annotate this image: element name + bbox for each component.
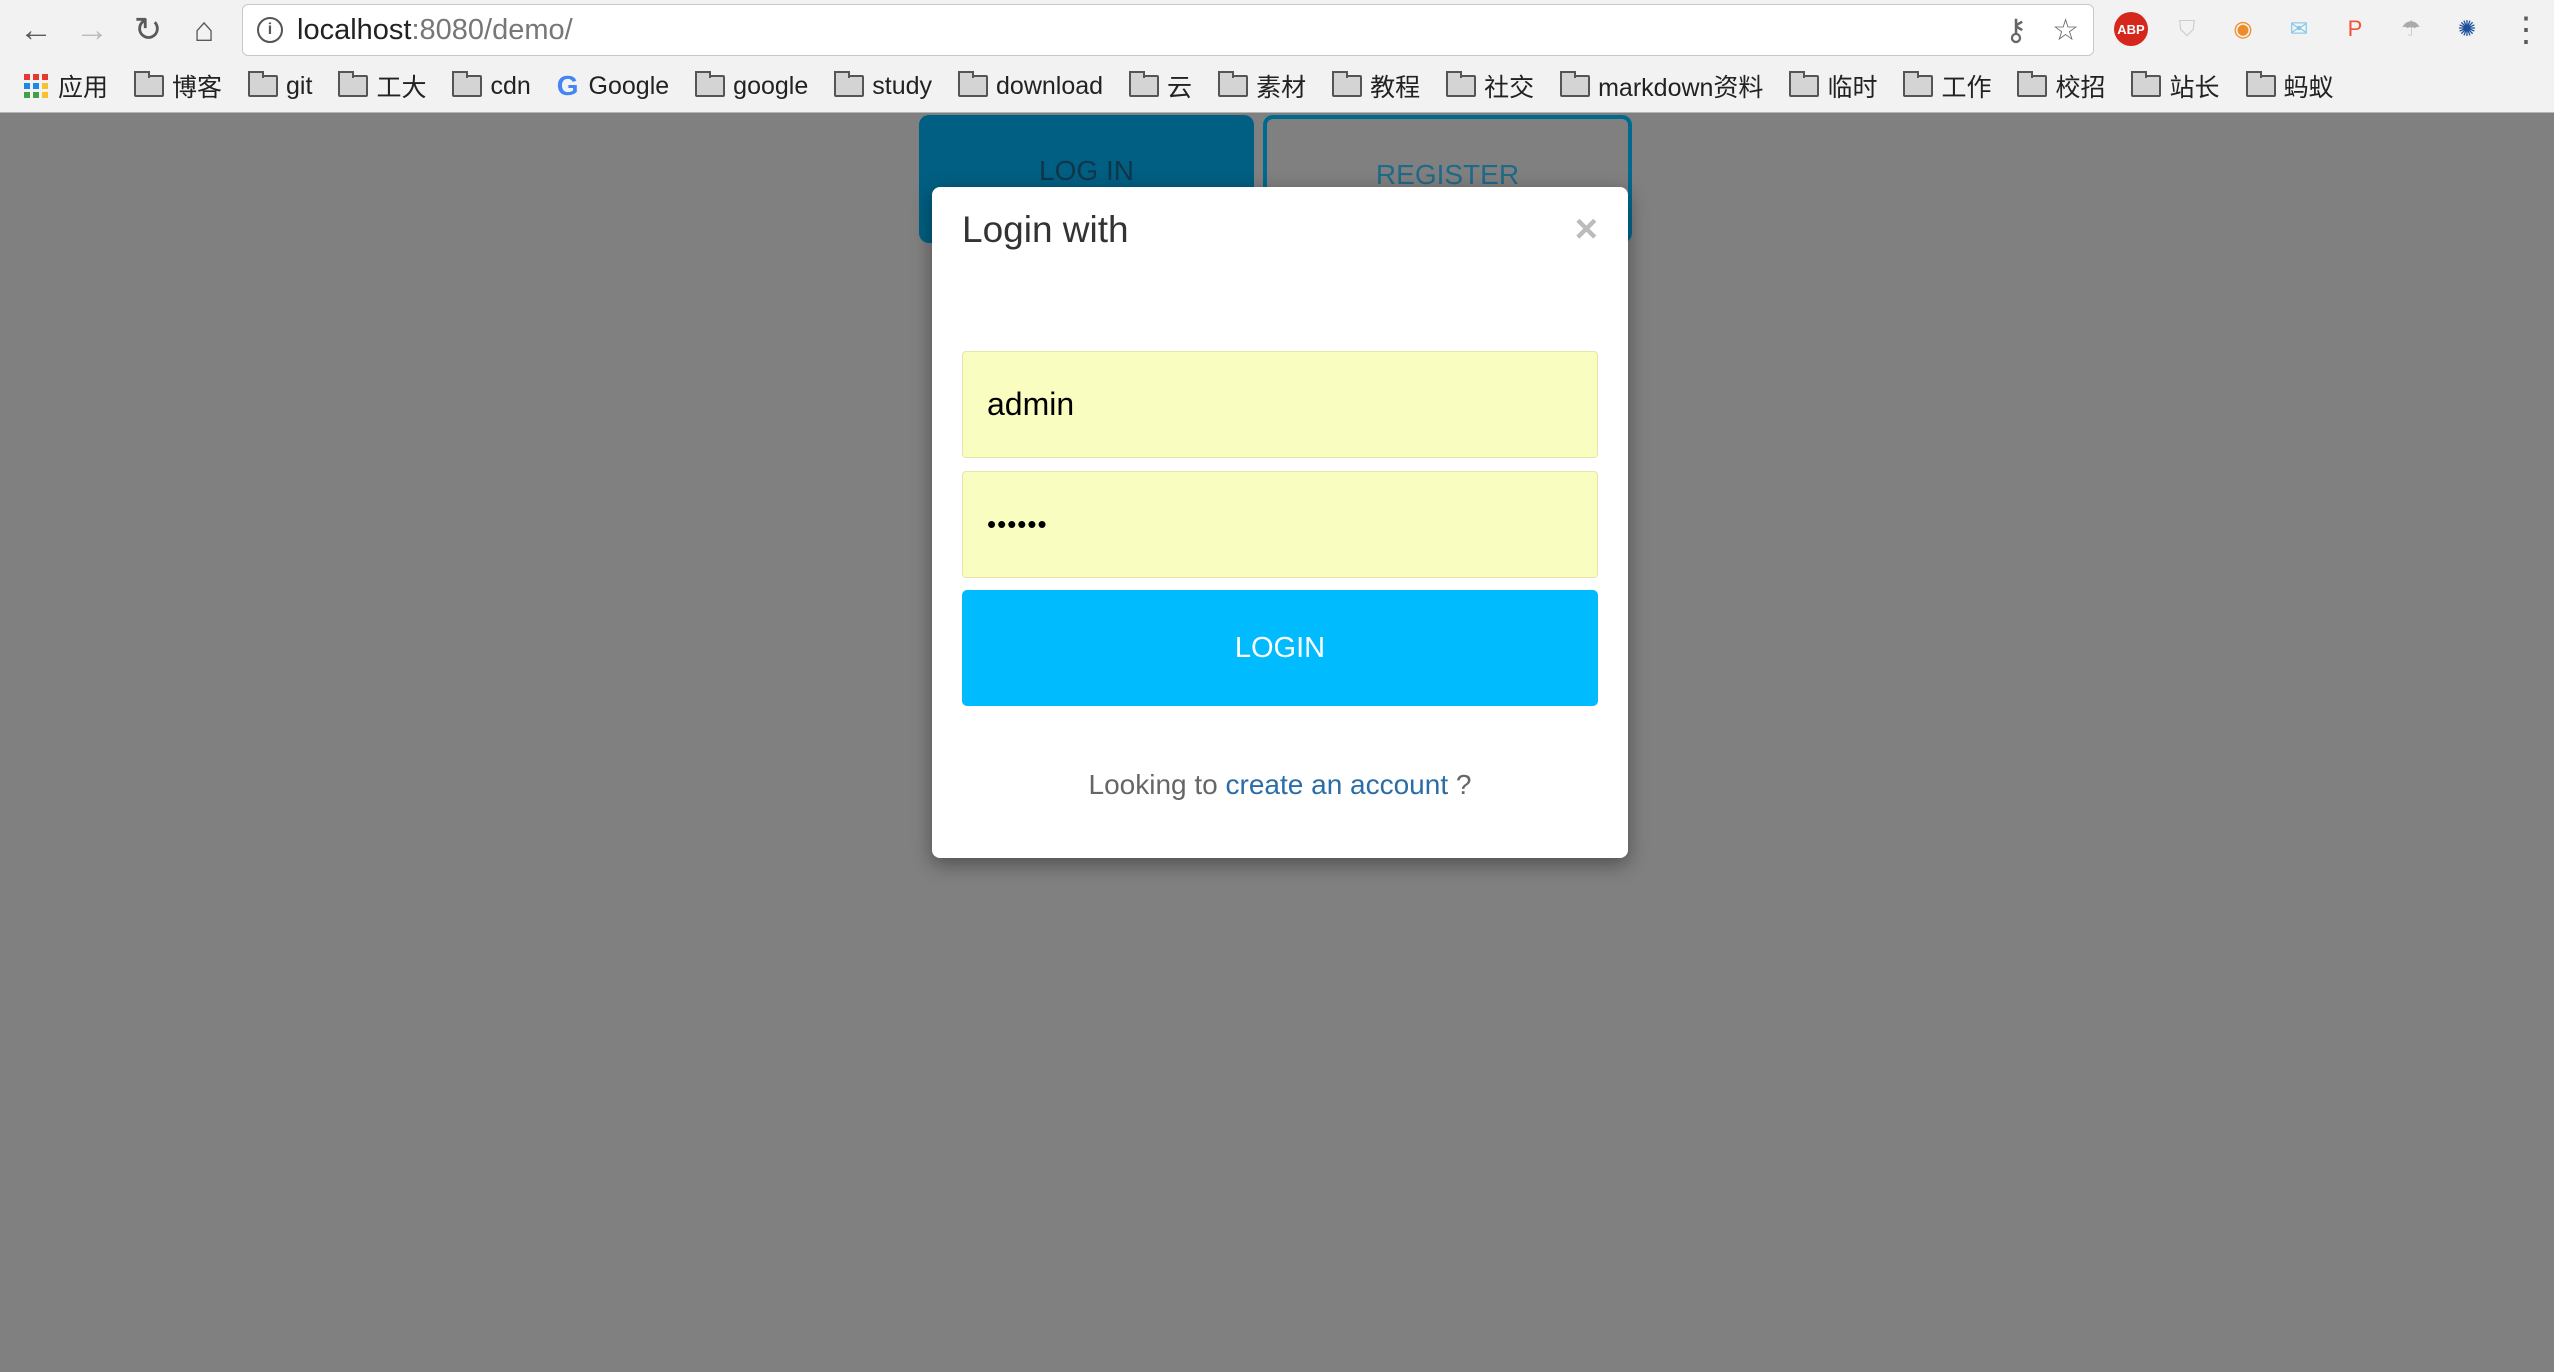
bookmark-label: 工作 [1941, 74, 1992, 102]
bookmark-item[interactable]: 社交 [1446, 68, 1534, 104]
browser-chrome: ← → ↻ ⌂ i localhost:8080/demo/ ⚷ ☆ ABP ⛉ ◉… [0, 0, 2554, 113]
apps-icon [24, 74, 48, 98]
modal-footer: Looking to create an account ? [932, 769, 1628, 801]
folder-icon [2131, 71, 2162, 97]
bookmark-label: 站长 [2169, 74, 2220, 102]
footer-text: Looking to [1088, 769, 1226, 800]
bookmark-item[interactable]: study [834, 71, 933, 101]
shield-icon[interactable]: ⛉ [2170, 12, 2204, 46]
bookmark-label: 社交 [1484, 74, 1535, 102]
folder-icon [695, 71, 726, 97]
url-host: localhost [297, 13, 412, 46]
folder-icon [1129, 71, 1160, 97]
reload-icon[interactable]: ↻ [128, 11, 168, 49]
username-input[interactable]: admin [962, 351, 1598, 458]
url-text[interactable]: localhost:8080/demo/ [297, 14, 573, 47]
parachute-icon[interactable]: ☂ [2394, 12, 2428, 46]
folder-icon [2017, 71, 2048, 97]
folder-icon [134, 71, 165, 97]
folder-icon [1218, 71, 1249, 97]
bookmark-label: 校招 [2055, 74, 2106, 102]
key-icon[interactable]: ⚷ [2005, 13, 2027, 48]
folder-icon [248, 71, 279, 97]
footer-suffix: ? [1448, 769, 1472, 800]
bookmark-label: git [286, 71, 313, 100]
folder-icon [338, 71, 369, 97]
bookmark-item[interactable]: 蚂蚁 [2245, 68, 2334, 104]
bookmark-label: 临时 [1827, 74, 1878, 102]
folder-icon [958, 71, 989, 97]
password-input[interactable]: •••••• [962, 471, 1598, 578]
bookmark-label: 云 [1167, 74, 1193, 102]
bookmarks-bar: 应用 博客 git 工大 cdn G Google google study download 云 素… [24, 66, 2360, 106]
folder-icon [452, 71, 483, 97]
bookmark-item[interactable]: download [958, 71, 1104, 101]
folder-icon [1560, 71, 1591, 97]
close-icon[interactable]: × [1575, 207, 1598, 252]
bookmark-item[interactable]: 云 [1129, 68, 1192, 104]
bookmark-item[interactable]: markdown资料 [1560, 68, 1763, 104]
folder-icon [1446, 71, 1477, 97]
login-modal: Login with × admin •••••• LOGIN Looking … [932, 187, 1628, 858]
home-icon[interactable]: ⌂ [184, 11, 224, 49]
login-button[interactable]: LOGIN [962, 590, 1598, 706]
bookmark-item[interactable]: 素材 [1218, 68, 1306, 104]
star-icon[interactable]: ☆ [2052, 13, 2079, 48]
bookmark-label: 博客 [172, 74, 223, 102]
p-icon[interactable]: P [2338, 12, 2372, 46]
bookmark-item[interactable]: G Google [557, 70, 669, 102]
bookmark-label: 素材 [1256, 74, 1307, 102]
modal-title: Login with [962, 209, 1129, 250]
address-bar[interactable]: i localhost:8080/demo/ ⚷ ☆ [242, 4, 2094, 56]
bookmark-item[interactable]: 工大 [338, 68, 426, 104]
folder-icon [1903, 71, 1934, 97]
forward-icon[interactable]: → [72, 11, 112, 49]
bookmark-item[interactable]: 教程 [1332, 68, 1420, 104]
bookmark-label: 工大 [376, 74, 427, 102]
bookmark-item[interactable]: google [695, 71, 809, 101]
mail-icon[interactable]: ✉ [2282, 12, 2316, 46]
bookmark-item[interactable]: 校招 [2017, 68, 2105, 104]
bookmark-label: Google [588, 71, 670, 100]
bookmark-label: 应用 [58, 74, 109, 102]
create-account-link[interactable]: create an account [1226, 769, 1449, 800]
weibo-icon[interactable]: ◉ [2226, 12, 2260, 46]
info-icon[interactable]: i [257, 17, 283, 43]
bookmark-item[interactable]: 工作 [1903, 68, 1991, 104]
bookmark-label: markdown资料 [1598, 74, 1764, 102]
bookmark-label: 教程 [1370, 74, 1421, 102]
back-icon[interactable]: ← [16, 11, 56, 49]
google-icon: G [556, 70, 579, 101]
bookmark-label: study [872, 71, 933, 100]
folder-icon [1332, 71, 1363, 97]
folder-icon [1789, 71, 1820, 97]
bookmark-item[interactable]: 应用 [24, 68, 108, 104]
bookmark-label: 蚂蚁 [2283, 74, 2334, 102]
bookmark-item[interactable]: cdn [452, 71, 531, 101]
bookmark-item[interactable]: git [248, 71, 313, 101]
folder-icon [834, 71, 865, 97]
bookmark-label: google [733, 71, 809, 100]
bookmark-item[interactable]: 临时 [1789, 68, 1877, 104]
folder-icon [2245, 71, 2276, 97]
url-path: :8080/demo/ [411, 13, 573, 46]
bookmark-label: cdn [490, 71, 531, 100]
bookmark-label: download [996, 71, 1104, 100]
bookmark-item[interactable]: 站长 [2131, 68, 2220, 104]
menu-icon[interactable]: ⋮ [2506, 11, 2546, 49]
sun-icon[interactable]: ✺ [2450, 12, 2484, 46]
bookmark-item[interactable]: 博客 [134, 68, 222, 104]
abp-icon[interactable]: ABP [2114, 12, 2148, 46]
